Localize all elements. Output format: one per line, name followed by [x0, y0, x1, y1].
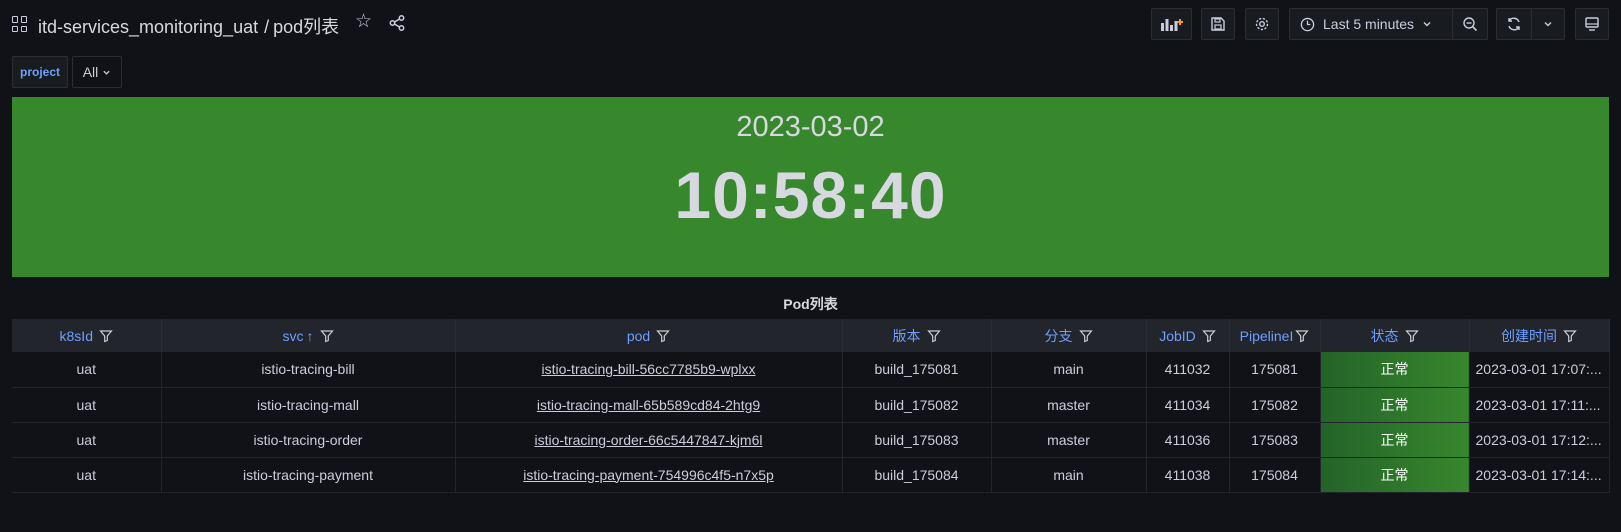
cell-pod-link[interactable]: istio-tracing-payment-754996c4f5-n7x5p — [455, 457, 843, 493]
cell-status: 正常 — [1320, 422, 1470, 458]
filter-icon[interactable] — [656, 329, 670, 343]
panel-title: Pod列表 — [783, 296, 838, 312]
table-row: uat istio-tracing-payment istio-tracing-… — [12, 457, 1610, 493]
column-header-version[interactable]: 版本 — [842, 319, 992, 352]
filter-icon[interactable] — [1078, 329, 1093, 343]
cell-jobid: 411036 — [1146, 422, 1230, 458]
cell-k8sid: uat — [12, 422, 162, 458]
star-icon[interactable]: ☆ — [355, 12, 372, 32]
filter-icon[interactable] — [99, 329, 113, 343]
filter-icon[interactable] — [1404, 329, 1419, 343]
cell-k8sid: uat — [12, 352, 162, 388]
breadcrumb-separator: / — [264, 17, 270, 37]
table-row: uat istio-tracing-bill istio-tracing-bil… — [12, 352, 1610, 388]
breadcrumb: itd-services_monitoring_uat / pod列表 — [38, 13, 339, 39]
cell-status: 正常 — [1320, 457, 1470, 493]
table-header-row: k8sId svc ↑ pod 版本 分支 JobID PipelineI 状态 … — [12, 319, 1610, 352]
pod-table: k8sId svc ↑ pod 版本 分支 JobID PipelineI 状态 … — [12, 319, 1610, 493]
clock-panel: 2023-03-02 10:58:40 — [12, 97, 1609, 277]
sort-ascending-icon: ↑ — [306, 327, 314, 344]
cell-svc: istio-tracing-bill — [161, 352, 456, 388]
filter-icon[interactable] — [1563, 329, 1577, 343]
dashboard-grid-icon[interactable] — [12, 16, 28, 32]
variable-label-project: project — [12, 56, 68, 88]
save-icon — [1211, 17, 1225, 31]
column-header-svc[interactable]: svc ↑ — [161, 319, 456, 352]
chevron-down-icon — [1544, 22, 1552, 27]
variable-value: All — [82, 64, 99, 80]
cell-pipeline: 175084 — [1229, 457, 1321, 493]
cell-pod-link[interactable]: istio-tracing-mall-65b589cd84-2htg9 — [455, 387, 843, 423]
refresh-interval-dropdown[interactable] — [1531, 8, 1565, 40]
chevron-down-icon — [1423, 22, 1431, 27]
refresh-button[interactable] — [1496, 8, 1532, 40]
share-icon[interactable] — [389, 15, 405, 31]
clock-date: 2023-03-02 — [736, 111, 885, 143]
cell-pipeline: 175081 — [1229, 352, 1321, 388]
monitor-icon — [1585, 17, 1599, 31]
clock-time: 10:58:40 — [674, 158, 947, 232]
column-header-pipeline[interactable]: PipelineI — [1229, 319, 1321, 352]
cell-pipeline: 175083 — [1229, 422, 1321, 458]
cell-version: build_175081 — [842, 352, 992, 388]
clock-icon — [1300, 17, 1315, 31]
refresh-icon — [1508, 17, 1520, 31]
cell-branch: main — [991, 352, 1147, 388]
cell-jobid: 411032 — [1146, 352, 1230, 388]
save-dashboard-button[interactable] — [1201, 8, 1235, 40]
cell-branch: master — [991, 422, 1147, 458]
cell-svc: istio-tracing-order — [161, 422, 456, 458]
table-row: uat istio-tracing-order istio-tracing-or… — [12, 422, 1610, 458]
zoom-out-icon — [1463, 17, 1478, 32]
filter-icon[interactable] — [926, 329, 941, 343]
column-header-branch[interactable]: 分支 — [991, 319, 1147, 352]
column-header-status[interactable]: 状态 — [1320, 319, 1470, 352]
cell-svc: istio-tracing-mall — [161, 387, 456, 423]
breadcrumb-folder[interactable]: itd-services_monitoring_uat — [38, 17, 258, 37]
column-header-created[interactable]: 创建时间 — [1469, 319, 1610, 352]
variable-select-project[interactable]: All — [72, 56, 122, 88]
cell-branch: master — [991, 387, 1147, 423]
cell-status: 正常 — [1320, 352, 1470, 388]
cell-status: 正常 — [1320, 387, 1470, 423]
column-header-jobid[interactable]: JobID — [1146, 319, 1230, 352]
cell-created: 2023-03-01 17:07:... — [1469, 352, 1610, 388]
cell-jobid: 411038 — [1146, 457, 1230, 493]
dashboard-settings-button[interactable] — [1245, 8, 1279, 40]
cell-svc: istio-tracing-payment — [161, 457, 456, 493]
cell-created: 2023-03-01 17:12:... — [1469, 422, 1610, 458]
tv-mode-button[interactable] — [1575, 8, 1609, 40]
filter-icon[interactable] — [1295, 329, 1310, 343]
column-header-k8sid[interactable]: k8sId — [12, 319, 162, 352]
top-navbar: itd-services_monitoring_uat / pod列表 ☆ La… — [0, 0, 1621, 48]
time-range-label: Last 5 minutes — [1323, 16, 1415, 32]
column-header-pod[interactable]: pod — [455, 319, 843, 352]
cell-pod-link[interactable]: istio-tracing-bill-56cc7785b9-wplxx — [455, 352, 843, 388]
cell-pipeline: 175082 — [1229, 387, 1321, 423]
zoom-out-button[interactable] — [1452, 8, 1488, 40]
cell-created: 2023-03-01 17:11:... — [1469, 387, 1610, 423]
add-panel-icon — [1160, 19, 1183, 31]
filter-icon[interactable] — [1201, 329, 1216, 343]
cell-pod-link[interactable]: istio-tracing-order-66c5447847-kjm6l — [455, 422, 843, 458]
cell-version: build_175084 — [842, 457, 992, 493]
gear-icon — [1255, 17, 1269, 31]
cell-branch: main — [991, 457, 1147, 493]
cell-created: 2023-03-01 17:14:... — [1469, 457, 1610, 493]
filter-icon[interactable] — [319, 329, 334, 343]
time-range-picker[interactable]: Last 5 minutes — [1289, 8, 1453, 40]
chevron-down-icon — [103, 70, 110, 75]
add-panel-button[interactable] — [1151, 8, 1192, 40]
cell-k8sid: uat — [12, 457, 162, 493]
breadcrumb-dashboard[interactable]: pod列表 — [273, 17, 339, 37]
cell-k8sid: uat — [12, 387, 162, 423]
cell-version: build_175083 — [842, 422, 992, 458]
cell-version: build_175082 — [842, 387, 992, 423]
table-row: uat istio-tracing-mall istio-tracing-mal… — [12, 387, 1610, 423]
cell-jobid: 411034 — [1146, 387, 1230, 423]
